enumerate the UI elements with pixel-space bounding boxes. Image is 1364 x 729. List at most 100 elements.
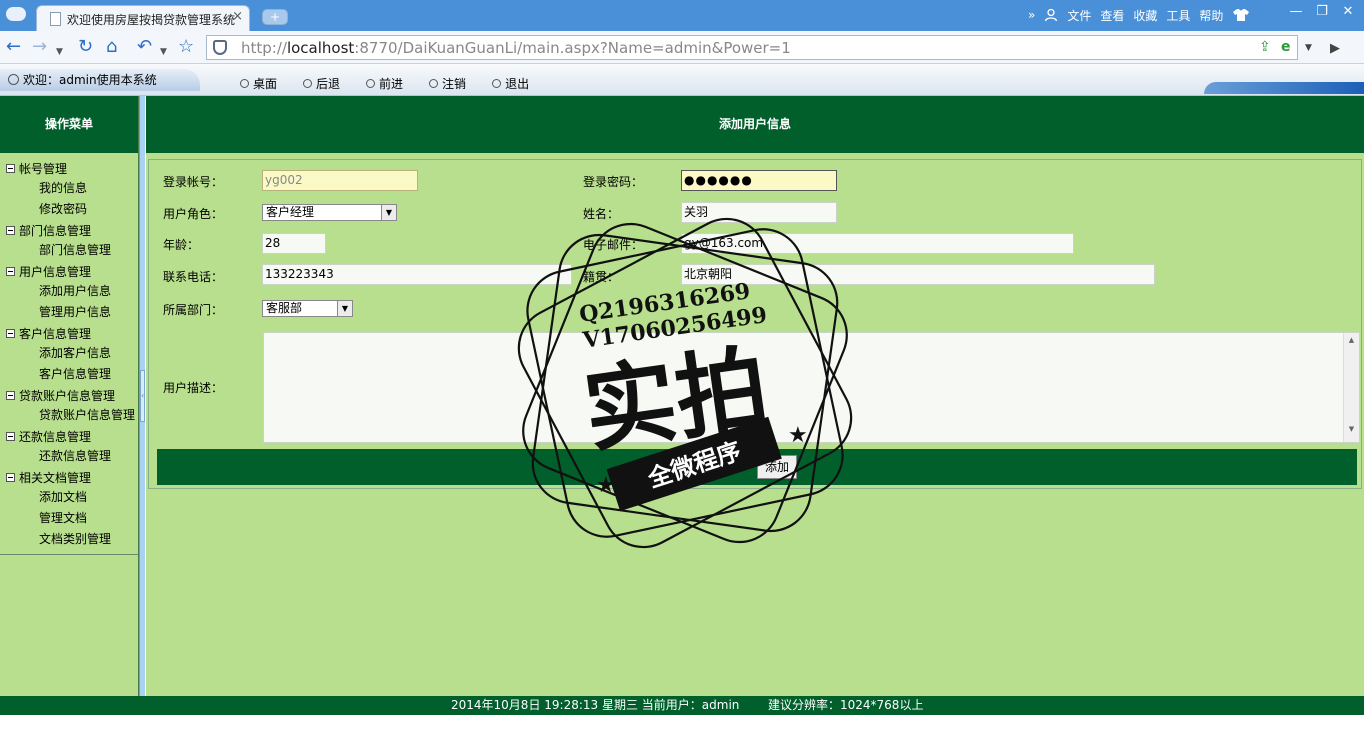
back-icon[interactable]: ← — [6, 37, 21, 57]
menu-group-repayment[interactable]: 还款信息管理 — [0, 426, 138, 446]
menu-item-manage-customer[interactable]: 客户信息管理 — [0, 364, 138, 385]
menu-item-add-document[interactable]: 添加文档 — [0, 487, 138, 508]
menu-group-user[interactable]: 用户信息管理 — [0, 261, 138, 281]
window-controls: — ❐ ✕ — [1284, 3, 1360, 21]
home-icon[interactable]: ⌂ — [106, 37, 117, 57]
status-footer: 2014年10月8日 19:28:13 星期三 当前用户：admin 建议分辨率… — [0, 696, 1364, 715]
menu-item-manage-loan-account[interactable]: 贷款账户信息管理 — [0, 405, 138, 426]
name-input[interactable]: 关羽 — [681, 202, 837, 223]
user-icon[interactable] — [1044, 8, 1058, 22]
age-input[interactable]: 28 — [262, 233, 326, 254]
circle-icon — [303, 79, 313, 88]
browser-tab-bar: 欢迎使用房屋按揭贷款管理系统 × + » 文件 查看 收藏 工具 帮助 — ❐ … — [0, 0, 1364, 31]
collapse-icon[interactable] — [6, 266, 15, 276]
collapse-icon[interactable] — [6, 328, 15, 338]
scroll-up-icon[interactable]: ▲ — [1344, 336, 1359, 344]
collapse-icon[interactable] — [6, 472, 15, 482]
menu-item-add-user[interactable]: 添加用户信息 — [0, 281, 138, 302]
decorative-bar — [1204, 82, 1364, 94]
close-tab-icon[interactable]: × — [232, 9, 243, 24]
undo-dropdown-icon[interactable]: ▼ — [160, 42, 167, 62]
chevron-down-icon[interactable]: ▼ — [381, 205, 396, 220]
menu-file[interactable]: 文件 — [1067, 7, 1091, 24]
menu-item-change-password[interactable]: 修改密码 — [0, 199, 138, 220]
go-icon[interactable]: ▶ — [1330, 39, 1340, 59]
menu-view[interactable]: 查看 — [1100, 7, 1124, 24]
password-label: 登录密码： — [583, 175, 644, 189]
collapse-sidebar-handle[interactable]: ‹ — [140, 370, 145, 422]
menu-item-department-manage[interactable]: 部门信息管理 — [0, 240, 138, 261]
main-content: 添加用户信息 登录帐号： yg002 登录密码： ●●●●●● 用户角色： 客户… — [146, 96, 1364, 696]
menu-item-manage-document[interactable]: 管理文档 — [0, 508, 138, 529]
more-icon[interactable]: » — [1028, 8, 1035, 22]
collapse-icon[interactable] — [6, 163, 15, 173]
skin-shirt-icon[interactable] — [1232, 8, 1250, 22]
department-select[interactable]: 客服部 ▼ — [262, 300, 353, 317]
security-shield-icon — [213, 40, 227, 55]
scrollbar[interactable]: ▲ ▼ — [1343, 333, 1359, 442]
collapse-icon[interactable] — [6, 431, 15, 441]
account-input[interactable]: yg002 — [262, 170, 418, 191]
menu-item-manage-repayment[interactable]: 还款信息管理 — [0, 446, 138, 467]
circle-icon — [492, 79, 502, 88]
menu-tree: 帐号管理 我的信息 修改密码 部门信息管理 部门信息管理 用户信息管理 添加用户… — [0, 153, 138, 555]
circle-icon — [429, 79, 439, 88]
address-bar[interactable]: http://localhost:8770/DaiKuanGuanLi/main… — [206, 35, 1312, 60]
favorite-star-icon[interactable]: ☆ — [178, 37, 194, 57]
refresh-icon[interactable]: ↻ — [78, 37, 93, 57]
page-bottom — [0, 715, 1364, 729]
url-text[interactable]: http://localhost:8770/DaiKuanGuanLi/main… — [241, 39, 791, 57]
page-icon — [50, 12, 61, 26]
menu-tools[interactable]: 工具 — [1166, 7, 1190, 24]
operation-menu: 操作菜单 帐号管理 我的信息 修改密码 部门信息管理 部门信息管理 用户信息管理… — [0, 96, 139, 696]
add-user-form: 登录帐号： yg002 登录密码： ●●●●●● 用户角色： 客户经理 ▼ 姓名：… — [148, 159, 1362, 489]
quick-link-desktop[interactable]: 桌面 — [240, 75, 277, 92]
quick-link-exit[interactable]: 退出 — [492, 75, 529, 92]
scroll-down-icon[interactable]: ▼ — [1344, 425, 1359, 433]
page-title: 添加用户信息 — [146, 96, 1364, 153]
add-button[interactable]: 添加 — [757, 455, 797, 479]
browser-tab[interactable]: 欢迎使用房屋按揭贷款管理系统 × — [36, 5, 250, 31]
menu-group-loan-account[interactable]: 贷款账户信息管理 — [0, 385, 138, 405]
origin-input[interactable]: 北京朝阳 — [681, 264, 1155, 285]
forward-icon[interactable]: → — [32, 37, 47, 57]
role-select[interactable]: 客户经理 ▼ — [262, 204, 397, 221]
new-tab-button[interactable]: + — [262, 9, 288, 25]
collapse-icon[interactable] — [6, 390, 15, 400]
email-input[interactable]: gy@163.com — [681, 233, 1074, 254]
menu-item-my-info[interactable]: 我的信息 — [0, 178, 138, 199]
account-label: 登录帐号： — [163, 175, 224, 189]
frame-splitter[interactable]: ‹ — [139, 96, 145, 696]
password-input[interactable]: ●●●●●● — [681, 170, 837, 191]
menu-item-manage-user[interactable]: 管理用户信息 — [0, 302, 138, 323]
navigation-bar: ← → ▼ ↻ ⌂ ↶ ▼ ☆ http://localhost:8770/Da… — [0, 31, 1364, 64]
age-label: 年龄： — [163, 238, 200, 252]
cloud-icon[interactable] — [6, 7, 26, 21]
quick-link-back[interactable]: 后退 — [303, 75, 340, 92]
menu-group-documents[interactable]: 相关文档管理 — [0, 467, 138, 487]
menu-help[interactable]: 帮助 — [1199, 7, 1223, 24]
menu-group-department[interactable]: 部门信息管理 — [0, 220, 138, 240]
quick-link-logout[interactable]: 注销 — [429, 75, 466, 92]
phone-input[interactable]: 133223343 — [262, 264, 572, 285]
ie-mode-icon[interactable]: e — [1281, 39, 1291, 55]
undo-icon[interactable]: ↶ — [137, 37, 152, 57]
quick-link-forward[interactable]: 前进 — [366, 75, 403, 92]
menu-group-account[interactable]: 帐号管理 — [0, 158, 138, 178]
resolution-hint: 建议分辨率：1024*768以上 — [768, 698, 924, 712]
address-dropdown-icon[interactable]: ▼ — [1305, 43, 1312, 53]
menu-group-customer[interactable]: 客户信息管理 — [0, 323, 138, 343]
description-textarea[interactable]: ▲ ▼ — [263, 332, 1360, 443]
circle-icon — [366, 79, 376, 88]
share-icon[interactable]: ⇪ — [1259, 39, 1271, 55]
menu-item-add-customer[interactable]: 添加客户信息 — [0, 343, 138, 364]
restore-icon[interactable]: ❐ — [1310, 3, 1334, 21]
divider — [0, 554, 138, 555]
collapse-icon[interactable] — [6, 225, 15, 235]
window-close-icon[interactable]: ✕ — [1336, 3, 1360, 21]
menu-favorites[interactable]: 收藏 — [1133, 7, 1157, 24]
history-dropdown-icon[interactable]: ▼ — [56, 42, 63, 62]
chevron-down-icon[interactable]: ▼ — [337, 301, 352, 316]
minimize-icon[interactable]: — — [1284, 3, 1308, 21]
menu-item-document-category[interactable]: 文档类别管理 — [0, 529, 138, 550]
